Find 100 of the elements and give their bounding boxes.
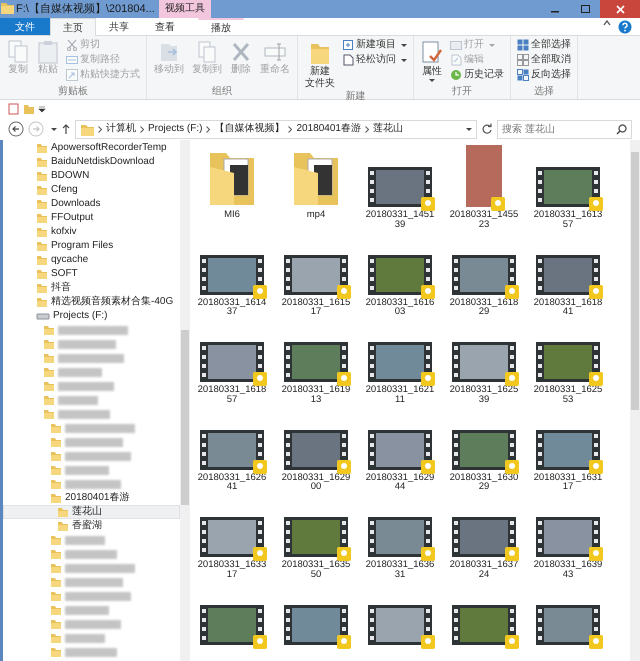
file-name[interactable]: 20180331_145139 — [364, 210, 436, 230]
play-badge-icon — [505, 460, 519, 474]
folder-icon — [43, 366, 55, 378]
scrollbar[interactable] — [180, 140, 190, 661]
ribbon-button[interactable]: 全部取消 — [515, 53, 573, 67]
ribbon-button[interactable]: 新建 文件夹 — [302, 38, 338, 91]
file-name[interactable]: 20180331_163724 — [448, 560, 520, 580]
nav-tree-item[interactable]: FFOutput — [3, 211, 180, 225]
breadcrumb-item[interactable]: Projects (F:) — [148, 123, 202, 135]
blurred-label — [65, 634, 105, 642]
file-name[interactable]: 20180331_161517 — [280, 298, 352, 318]
file-name[interactable]: 20180331_163029 — [448, 472, 520, 492]
folder-icon — [43, 380, 55, 392]
group-label: 剪贴板 — [57, 86, 89, 99]
breadcrumb-item[interactable]: 【自媒体视频】 — [214, 123, 284, 135]
file-name[interactable]: 20180331_161357 — [532, 210, 604, 230]
breadcrumb-item[interactable]: 计算机 — [106, 123, 136, 135]
file-name[interactable]: 20180331_162111 — [364, 385, 436, 405]
nav-tree-item[interactable]: Cfeng — [3, 183, 180, 197]
file-name[interactable]: 20180331_163550 — [280, 560, 352, 580]
folder-icon — [43, 408, 55, 420]
back-button[interactable] — [8, 121, 24, 137]
file-name[interactable]: 20180331_162539 — [448, 385, 520, 405]
collapse-ribbon-icon[interactable] — [602, 18, 612, 28]
play-badge-icon — [421, 197, 435, 211]
file-menu-tab[interactable]: 文件 — [0, 18, 50, 35]
search-field[interactable]: 搜索 莲花山 — [497, 120, 632, 138]
folder-icon — [36, 226, 48, 238]
nav-tree-item[interactable]: 抖音 — [3, 281, 180, 295]
file-name[interactable]: 20180331_162900 — [280, 472, 352, 492]
nav-tree-item[interactable]: 香蜜湖 — [3, 519, 180, 533]
scrollbar[interactable] — [630, 140, 640, 661]
file-name[interactable]: 20180331_163943 — [532, 560, 604, 580]
file-name[interactable]: mp4 — [280, 210, 352, 220]
ribbon-button[interactable]: 新建项目 — [340, 38, 409, 52]
file-name[interactable]: 20180331_163317 — [196, 560, 268, 580]
file-name[interactable]: 20180331_161603 — [364, 298, 436, 318]
window-title: F:\【自媒体视频】\201804... — [15, 2, 156, 17]
folder-icon — [50, 562, 62, 574]
ribbon-tab[interactable]: 查看 — [142, 18, 188, 35]
folder-icon — [36, 212, 48, 224]
file-name[interactable]: MI6 — [196, 210, 268, 220]
nav-tree-item[interactable]: SOFT — [3, 267, 180, 281]
file-name[interactable]: 20180331_161841 — [532, 298, 604, 318]
folder-icon — [50, 534, 62, 546]
nav-tree-item[interactable]: Downloads — [3, 197, 180, 211]
ribbon-tab[interactable]: 共享 — [96, 18, 142, 35]
nav-tree-item[interactable]: ApowersoftRecorderTemp — [3, 141, 180, 155]
file-name[interactable]: 20180331_161829 — [448, 298, 520, 318]
folder-icon — [50, 548, 62, 560]
ribbon-tab[interactable]: 主页 — [50, 18, 96, 36]
folder-icon — [50, 646, 62, 658]
folder-icon — [43, 352, 55, 364]
up-button[interactable] — [61, 123, 71, 135]
file-name[interactable]: 20180331_162944 — [364, 472, 436, 492]
file-name[interactable]: 20180331_163631 — [364, 560, 436, 580]
ribbon-button[interactable]: 轻松访问 — [340, 53, 409, 67]
folder-icon — [36, 268, 48, 280]
properties-icon[interactable] — [8, 103, 20, 115]
nav-tree-item[interactable]: 精选视频音频素材合集-40G — [3, 295, 180, 309]
nav-tree-item[interactable]: 20180401春游 — [3, 491, 180, 505]
nav-tree-item[interactable]: Program Files — [3, 239, 180, 253]
breadcrumb-item[interactable]: 莲花山 — [372, 123, 403, 135]
context-tab-group: 视频工具 — [158, 0, 211, 18]
folder-icon — [50, 492, 62, 504]
play-badge-icon — [421, 372, 435, 386]
folder-icon — [36, 156, 48, 168]
ribbon-button[interactable]: 反向选择 — [515, 68, 573, 82]
caret-icon[interactable] — [466, 128, 472, 130]
file-name[interactable]: 20180331_162553 — [532, 385, 604, 405]
blurred-label — [65, 466, 109, 474]
file-name[interactable]: 20180331_161437 — [196, 298, 268, 318]
blurred-label — [65, 578, 123, 586]
address-field[interactable]: 计算机 Projects (F:) 【自媒体视频】 20180401春游 莲花山 — [75, 120, 477, 138]
nav-tree-item[interactable]: kofxiv — [3, 225, 180, 239]
nav-tree-item[interactable]: Projects (F:) — [3, 309, 180, 323]
blurred-label — [65, 536, 105, 544]
refresh-button[interactable] — [481, 123, 493, 135]
close-button[interactable] — [600, 0, 640, 18]
nav-tree-item[interactable]: qycache — [3, 253, 180, 267]
file-name[interactable]: 20180331_162641 — [196, 472, 268, 492]
play-badge-icon — [337, 547, 351, 561]
blurred-label — [58, 382, 114, 390]
blurred-label — [65, 438, 123, 446]
breadcrumb-item[interactable]: 20180401春游 — [296, 123, 361, 135]
ribbon-button[interactable]: 全部选择 — [515, 38, 573, 52]
folder-icon — [50, 576, 62, 588]
help-icon[interactable] — [618, 20, 632, 34]
nav-tree-item[interactable]: BaiduNetdiskDownload — [3, 155, 180, 169]
file-name[interactable]: 20180331_161913 — [280, 385, 352, 405]
file-name[interactable]: 20180331_161857 — [196, 385, 268, 405]
file-name[interactable]: 20180331_145523 — [448, 210, 520, 230]
nav-tree-item[interactable]: 莲花山 — [3, 505, 180, 519]
search-icon — [616, 124, 627, 134]
ribbon-button[interactable]: 属性 — [418, 38, 446, 86]
folder-icon — [57, 520, 69, 532]
nav-tree-item[interactable]: BDOWN — [3, 169, 180, 183]
file-name[interactable]: 20180331_163117 — [532, 472, 604, 492]
ribbon-button[interactable]: 历史记录 — [448, 68, 506, 82]
customize-toolbar-icon[interactable] — [38, 105, 46, 113]
